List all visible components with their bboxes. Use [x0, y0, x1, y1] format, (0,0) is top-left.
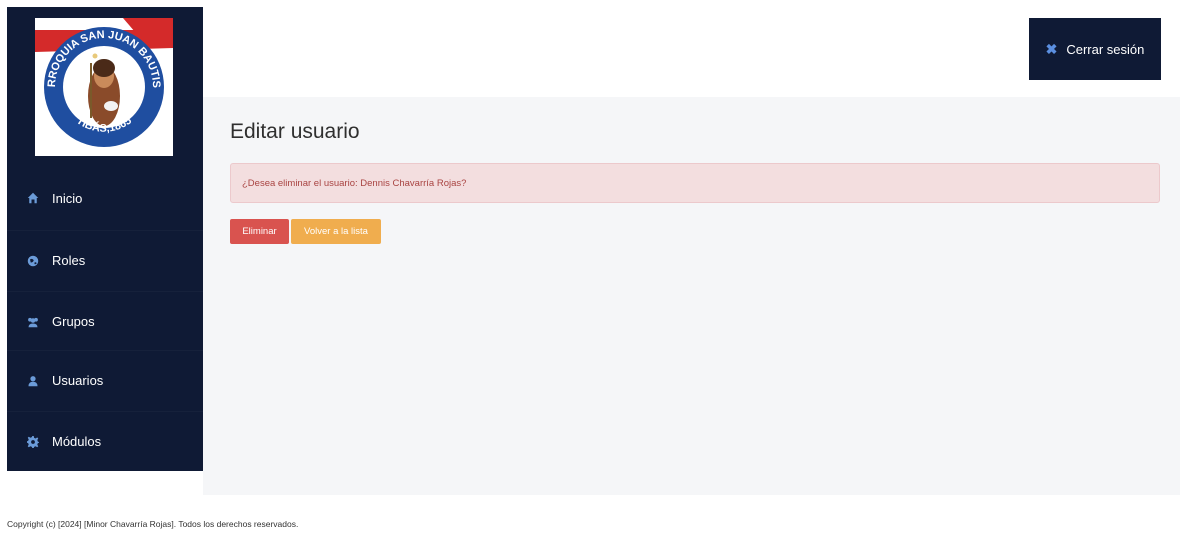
close-icon: ✖ — [1045, 40, 1058, 57]
sidebar-item-inicio[interactable]: Inicio — [7, 168, 203, 228]
gear-icon — [27, 435, 39, 448]
main-content-area — [203, 97, 1180, 495]
sidebar-item-label: Roles — [52, 253, 86, 268]
page-title: Editar usuario — [230, 120, 360, 143]
sidebar-item-usuarios[interactable]: Usuarios — [7, 350, 203, 410]
sidebar-item-label: Inicio — [52, 190, 83, 206]
alert-text: ¿Desea eliminar el usuario: Dennis Chava… — [242, 177, 467, 189]
delete-button[interactable]: Eliminar — [230, 219, 289, 244]
sidebar-item-label: Grupos — [52, 314, 95, 329]
footer-copyright: Copyright (c) [2024] [Minor Chavarría Ro… — [7, 519, 299, 529]
sidebar-item-roles[interactable]: Roles — [7, 230, 203, 290]
logout-button[interactable]: ✖ Cerrar sesión — [1029, 18, 1161, 80]
back-to-list-button[interactable]: Volver a la lista — [291, 219, 381, 244]
sidebar-item-label: Módulos — [52, 434, 102, 449]
globe-icon — [27, 255, 39, 267]
user-icon — [27, 375, 39, 387]
sidebar: PARROQUIA SAN JUAN BAUTISTA TIBÁS,1865 I… — [7, 7, 203, 471]
delete-confirmation-alert: ¿Desea eliminar el usuario: Dennis Chava… — [230, 163, 1160, 203]
sidebar-item-modulos[interactable]: Módulos — [7, 411, 203, 471]
parish-logo-image: PARROQUIA SAN JUAN BAUTISTA TIBÁS,1865 — [35, 18, 173, 147]
home-icon — [27, 192, 39, 204]
sidebar-item-label: Usuarios — [52, 373, 104, 388]
parish-logo: PARROQUIA SAN JUAN BAUTISTA TIBÁS,1865 — [35, 18, 173, 156]
logout-label: Cerrar sesión — [1066, 41, 1145, 57]
sidebar-item-grupos[interactable]: Grupos — [7, 291, 203, 351]
users-icon — [27, 316, 39, 328]
